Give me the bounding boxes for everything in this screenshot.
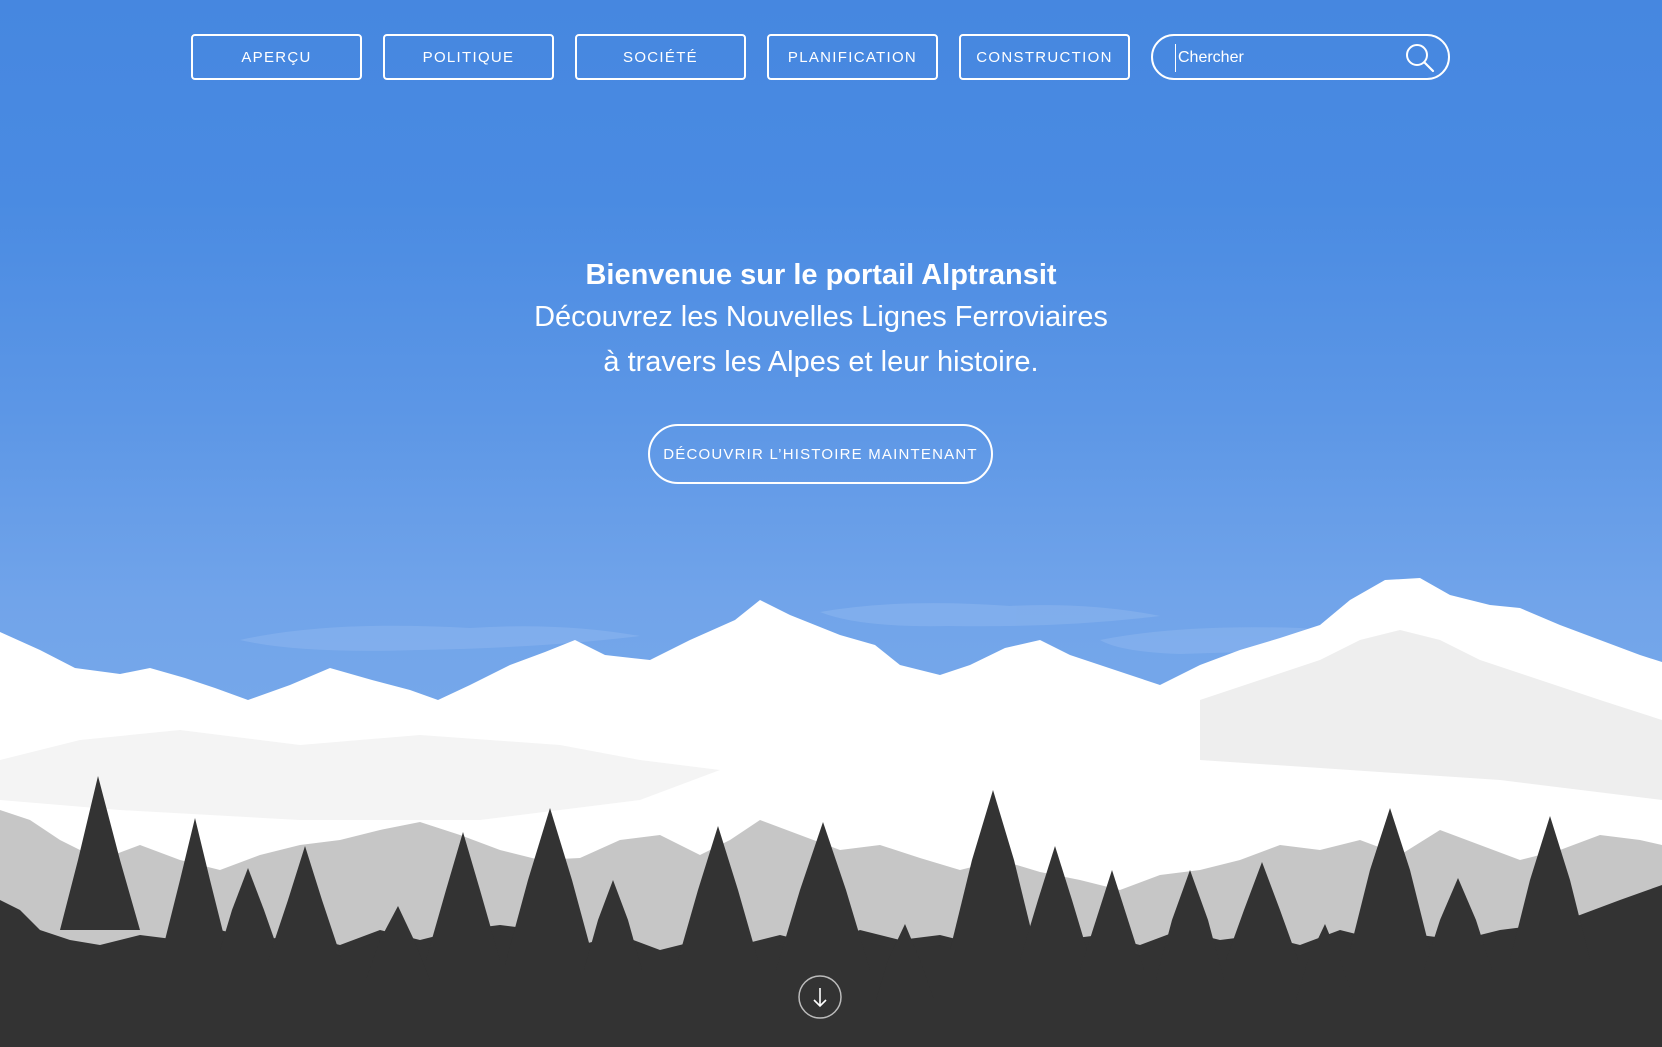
hero: Bienvenue sur le portail Alptransit Déco… [0, 255, 1642, 385]
nav-construction-button[interactable]: CONSTRUCTION [959, 34, 1130, 80]
hero-subtitle-line-1: Découvrez les Nouvelles Lignes Ferroviai… [534, 301, 1108, 333]
hero-title: Bienvenue sur le portail Alptransit [585, 259, 1057, 291]
search-icon[interactable] [1404, 42, 1436, 74]
discover-history-button[interactable]: DÉCOUVRIR L’HISTOIRE MAINTENANT [648, 424, 993, 484]
nav-planification-button[interactable]: PLANIFICATION [767, 34, 938, 80]
arrow-down-icon[interactable] [798, 975, 842, 1019]
nav-politique-button[interactable]: POLITIQUE [383, 34, 554, 80]
search-box [1151, 34, 1450, 80]
main-nav: APERÇU POLITIQUE SOCIÉTÉ PLANIFICATION C… [191, 34, 1130, 80]
hero-subtitle-line-2: à travers les Alpes et leur histoire. [603, 346, 1039, 378]
search-input[interactable] [1175, 44, 1400, 72]
nav-apercu-button[interactable]: APERÇU [191, 34, 362, 80]
nav-societe-button[interactable]: SOCIÉTÉ [575, 34, 746, 80]
mountain-landscape [0, 578, 1662, 1047]
